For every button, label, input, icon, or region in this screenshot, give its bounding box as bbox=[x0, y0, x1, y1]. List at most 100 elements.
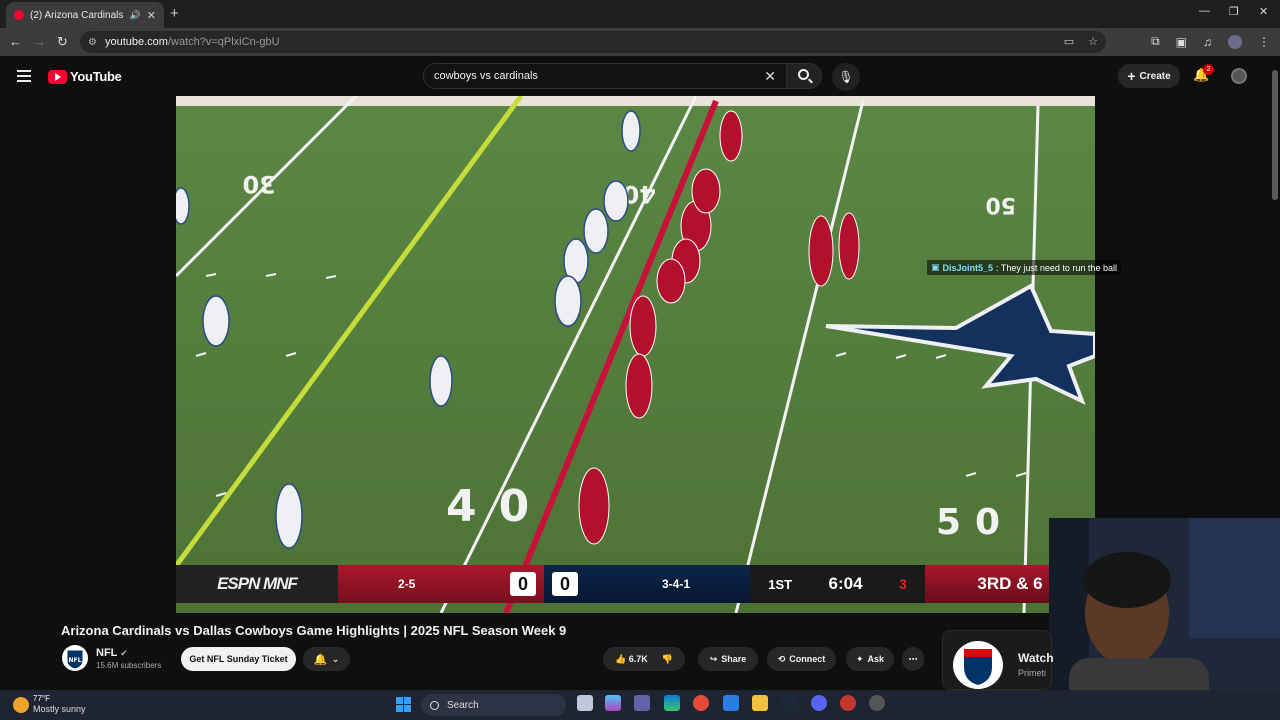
yard-number: 50 bbox=[985, 192, 1016, 217]
browser-tab-bar: (2) Arizona Cardinals vs Dal 🔊 ✕ + — ❐ ✕ bbox=[0, 0, 1280, 28]
url-domain: youtube.com bbox=[104, 36, 168, 48]
home-record: 3-4-1 bbox=[661, 577, 690, 591]
thumbs-up-icon: 👍 bbox=[615, 653, 627, 664]
file-explorer-icon[interactable] bbox=[752, 695, 768, 711]
youtube-favicon-icon bbox=[14, 10, 24, 20]
side-card-title: Watch bbox=[1018, 651, 1054, 665]
app-icon[interactable] bbox=[840, 695, 856, 711]
channel-avatar[interactable]: NFL bbox=[62, 645, 88, 671]
youtube-logo[interactable]: YouTube bbox=[48, 69, 122, 84]
side-card-subtitle: Primeti bbox=[1018, 668, 1047, 678]
away-team-panel: 2-5 0 bbox=[338, 565, 544, 603]
like-count: 6.7K bbox=[628, 653, 648, 664]
youtube-play-icon bbox=[48, 69, 67, 84]
copilot-icon[interactable] bbox=[605, 695, 621, 711]
yard-number: 40 bbox=[446, 481, 551, 532]
nfl-logo-icon bbox=[953, 641, 1003, 689]
search-button[interactable] bbox=[786, 63, 822, 89]
tab-title: (2) Arizona Cardinals vs Dal bbox=[30, 9, 124, 21]
task-view-icon[interactable] bbox=[577, 695, 593, 711]
quarter: 1ST bbox=[768, 576, 793, 592]
timeouts: 3 bbox=[898, 576, 907, 592]
media-controls-icon[interactable]: ♫ bbox=[1203, 35, 1212, 49]
restore-icon[interactable]: ❐ bbox=[1229, 5, 1239, 18]
forward-icon[interactable]: → bbox=[33, 34, 46, 49]
weather-condition: Mostly sunny bbox=[33, 704, 86, 714]
steam-icon[interactable] bbox=[781, 695, 797, 711]
create-label: Create bbox=[1139, 70, 1171, 82]
dislike-button[interactable]: 👎 bbox=[662, 654, 673, 665]
connect-label: Connect bbox=[789, 654, 826, 664]
new-tab-button[interactable]: + bbox=[170, 5, 179, 22]
window-close-icon[interactable]: ✕ bbox=[1259, 5, 1268, 18]
guide-menu-icon[interactable] bbox=[17, 70, 31, 82]
profile-avatar[interactable] bbox=[1228, 34, 1242, 49]
connect-icon: ⟲ bbox=[777, 653, 786, 664]
account-avatar[interactable] bbox=[1231, 68, 1247, 84]
subscriber-count: 15.6M subscribers bbox=[96, 661, 162, 670]
football-field-frame: 30 40 50 40 50 bbox=[176, 96, 1095, 613]
away-score: 0 bbox=[510, 572, 536, 596]
discord-icon[interactable] bbox=[811, 695, 827, 711]
weather-sun-icon[interactable] bbox=[13, 697, 29, 713]
verified-icon: ✔ bbox=[120, 648, 128, 658]
chat-emote-icon: ▣ bbox=[931, 262, 940, 272]
create-button[interactable]: + Create bbox=[1118, 64, 1180, 88]
close-tab-icon[interactable]: ✕ bbox=[147, 9, 156, 22]
channel-name[interactable]: NFL ✔ bbox=[96, 647, 128, 659]
plus-icon: + bbox=[1127, 68, 1136, 84]
chat-text: : They just need to run the ball bbox=[996, 262, 1117, 273]
extensions-icon[interactable]: ⧉ bbox=[1151, 34, 1160, 49]
search-icon bbox=[798, 69, 809, 80]
chevron-down-icon: ⌄ bbox=[331, 653, 340, 664]
ask-label: Ask bbox=[867, 654, 885, 664]
address-bar[interactable]: ⚙ youtube.com/watch?v=qPlxiCn-gbU ▭ ☆ bbox=[80, 31, 1106, 53]
chat-username: DisJoint5_5 bbox=[942, 262, 994, 273]
teams-icon[interactable] bbox=[634, 695, 650, 711]
minimize-icon[interactable]: — bbox=[1199, 5, 1210, 17]
reload-icon[interactable]: ↻ bbox=[57, 34, 68, 50]
bookmark-star-icon[interactable]: ☆ bbox=[1088, 35, 1098, 48]
like-dislike-group: 👍 6.7K 👎 bbox=[603, 647, 685, 671]
weather-temperature: 77°F bbox=[33, 694, 50, 703]
ask-button[interactable]: ✦ Ask bbox=[846, 647, 894, 671]
youtube-header: YouTube cowboys vs cardinals ✕ 🎙 + Creat… bbox=[0, 56, 1280, 96]
clear-search-icon[interactable]: ✕ bbox=[764, 68, 776, 85]
browser-tab[interactable]: (2) Arizona Cardinals vs Dal 🔊 ✕ bbox=[6, 2, 164, 28]
taskbar-search-label: Search bbox=[447, 699, 479, 711]
nfl-shield-icon: NFL bbox=[66, 649, 84, 670]
split-view-icon[interactable]: ▣ bbox=[1176, 35, 1187, 49]
voice-search-button[interactable]: 🎙 bbox=[832, 63, 860, 91]
edge-browser-icon[interactable] bbox=[664, 695, 680, 711]
audio-playing-icon[interactable]: 🔊 bbox=[130, 10, 141, 21]
taskbar-search[interactable]: Search bbox=[421, 694, 566, 716]
video-player[interactable]: 30 40 50 40 50 bbox=[176, 96, 1095, 613]
browser-menu-icon[interactable]: ⋮ bbox=[1258, 35, 1270, 49]
more-horizontal-icon: ⋯ bbox=[908, 653, 918, 664]
connect-button[interactable]: ⟲ Connect bbox=[767, 647, 836, 671]
share-button[interactable]: ↪ Share bbox=[698, 647, 758, 671]
chrome-browser-icon[interactable] bbox=[693, 695, 709, 711]
store-icon[interactable] bbox=[723, 695, 739, 711]
yard-number: 50 bbox=[936, 502, 1014, 543]
back-icon[interactable]: ← bbox=[9, 34, 22, 49]
windows-start-icon[interactable] bbox=[396, 697, 411, 712]
youtube-logo-text: YouTube bbox=[70, 69, 122, 84]
sunday-ticket-button[interactable]: Get NFL Sunday Ticket bbox=[181, 647, 296, 671]
search-input[interactable]: cowboys vs cardinals ✕ bbox=[423, 63, 787, 89]
app-icon[interactable] bbox=[869, 695, 885, 711]
more-actions-button[interactable]: ⋯ bbox=[902, 647, 924, 671]
share-label: Share bbox=[721, 654, 747, 664]
chat-message-overlay: ▣ DisJoint5_5 : They just need to run th… bbox=[927, 260, 1121, 275]
home-team-panel: 0 3-4-1 bbox=[544, 565, 750, 603]
page-scrollbar[interactable] bbox=[1272, 70, 1278, 200]
site-info-icon[interactable]: ⚙ bbox=[88, 37, 97, 48]
sparkle-icon: ✦ bbox=[855, 653, 864, 664]
game-clock: 6:04 bbox=[828, 574, 863, 593]
scoreboard: ESPN MNF 2-5 0 0 3-4-1 1ST 6:04 3 3RD & … bbox=[176, 565, 1095, 603]
subscription-bell-button[interactable]: 🔔 ⌄ bbox=[303, 647, 350, 671]
yard-number: 30 bbox=[243, 170, 276, 198]
like-button[interactable]: 👍 6.7K bbox=[615, 654, 648, 665]
cast-icon[interactable]: ▭ bbox=[1064, 35, 1074, 48]
game-clock-panel: 1ST 6:04 3 bbox=[750, 565, 925, 603]
